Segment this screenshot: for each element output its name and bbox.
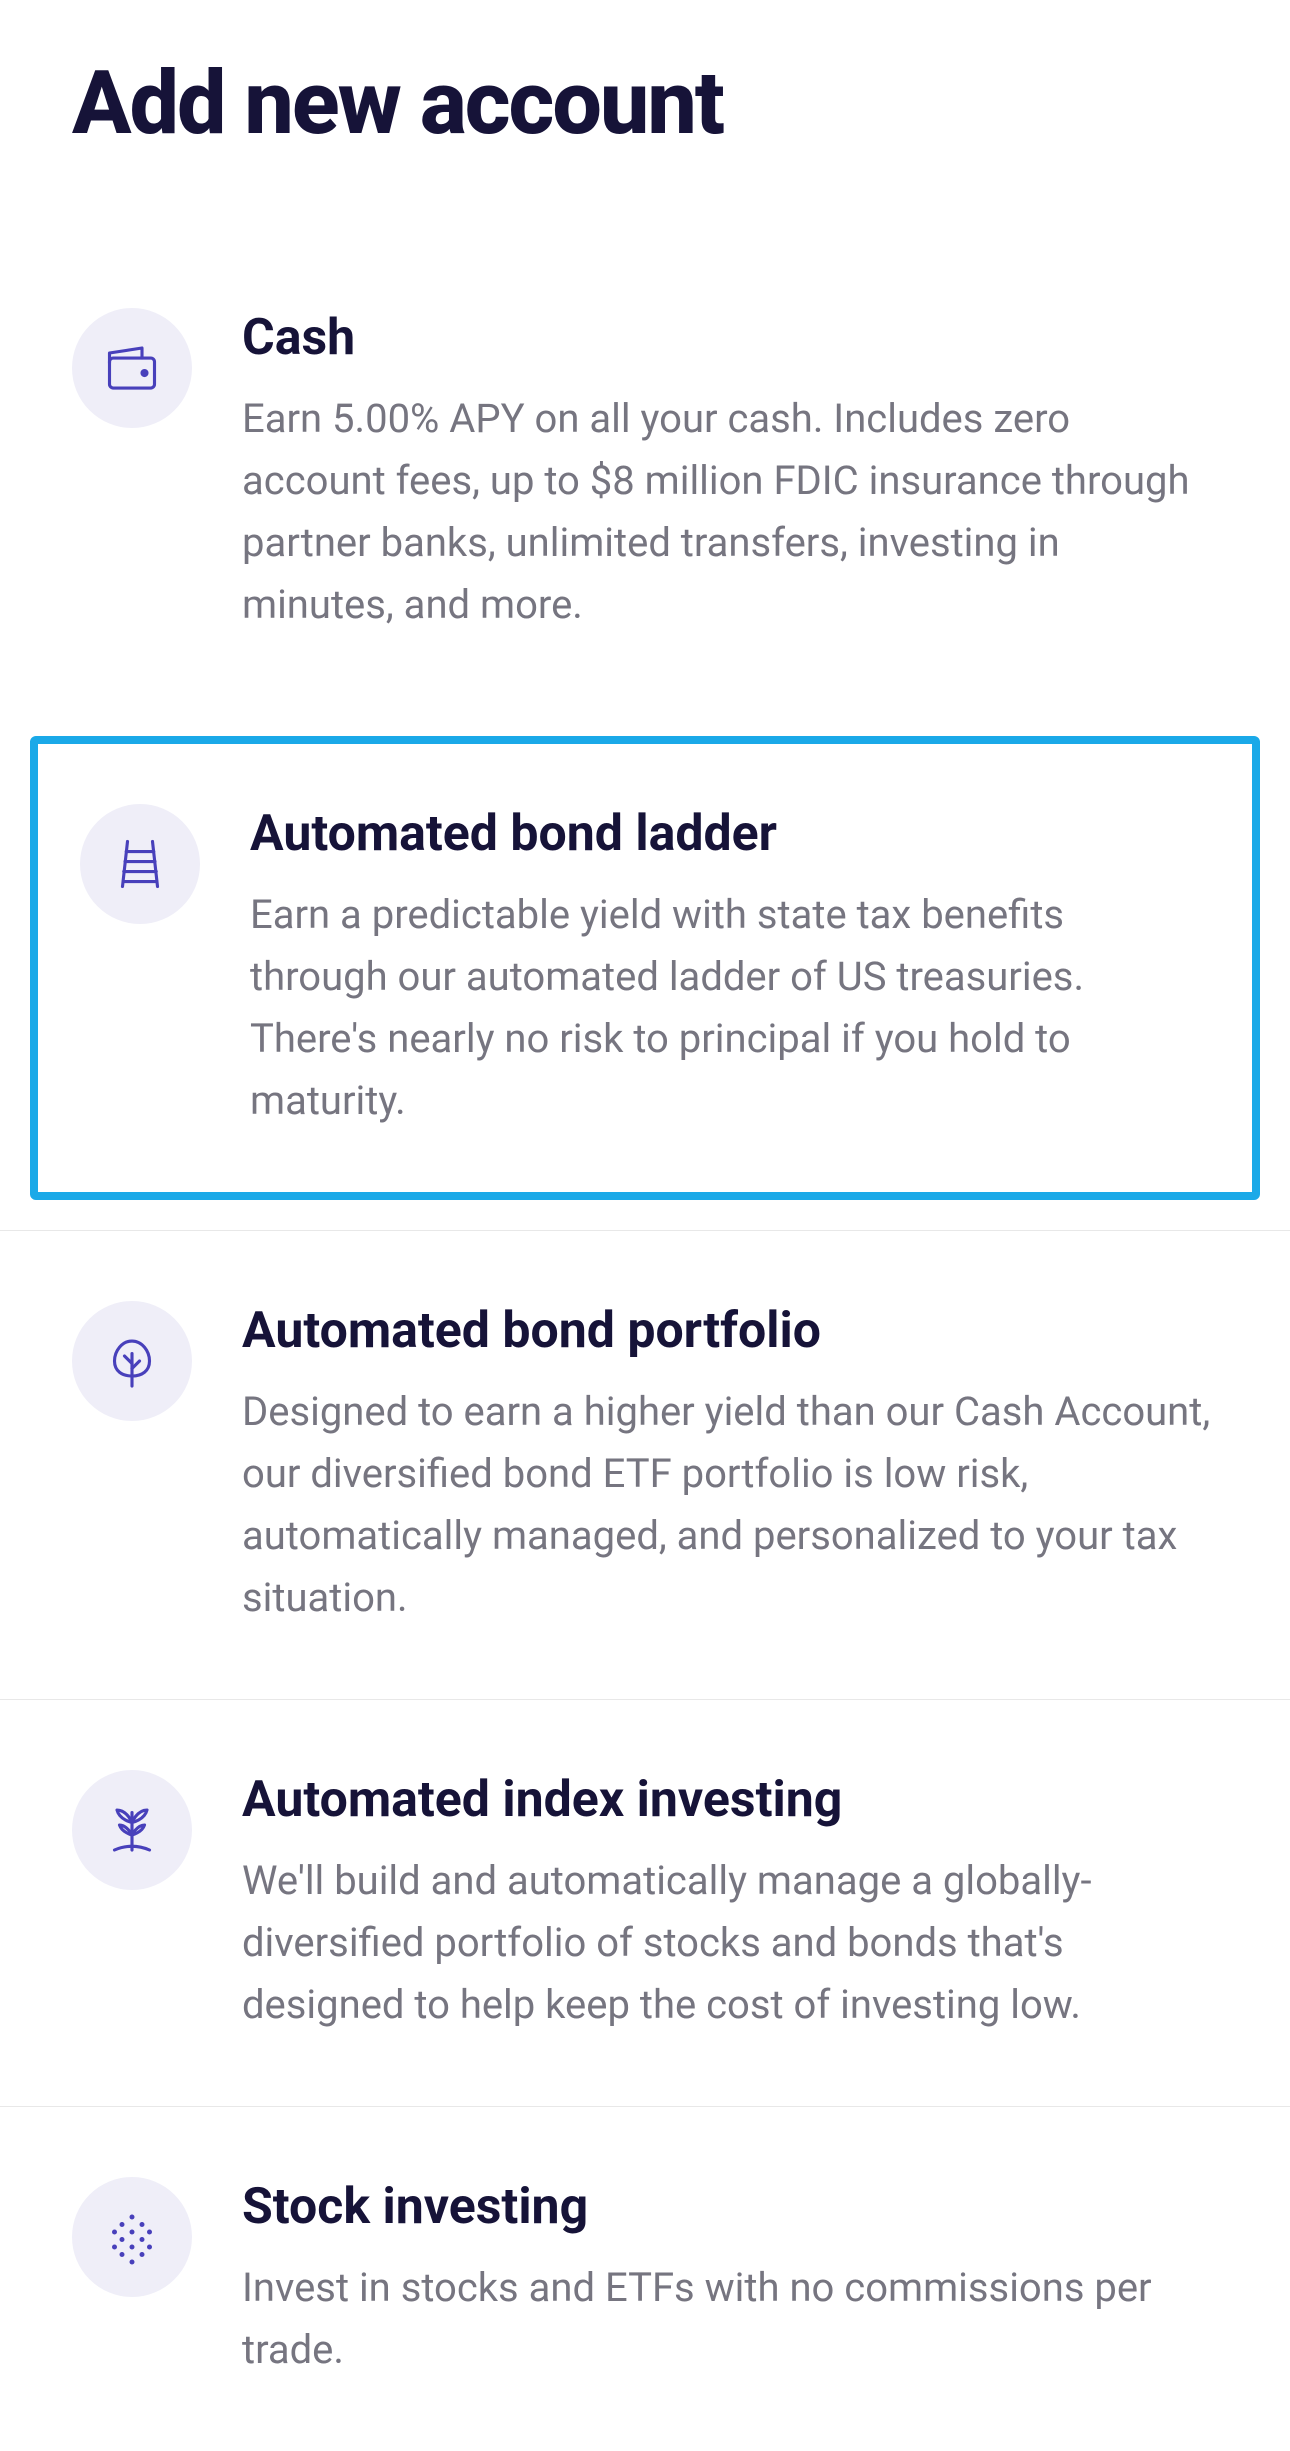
option-description: We'll build and automatically manage a g… (242, 1850, 1218, 2036)
option-title: Automated bond portfolio (242, 1301, 1218, 1361)
dots-icon (72, 2177, 192, 2297)
account-option-bond-portfolio[interactable]: Automated bond portfolio Designed to ear… (0, 1230, 1290, 1699)
ladder-icon (80, 804, 200, 924)
option-description: Designed to earn a higher yield than our… (242, 1381, 1218, 1629)
option-description: Earn a predictable yield with state tax … (250, 884, 1210, 1132)
account-option-cash[interactable]: Cash Earn 5.00% APY on all your cash. In… (0, 238, 1290, 706)
option-content: Automated bond portfolio Designed to ear… (242, 1301, 1218, 1629)
account-option-bond-ladder[interactable]: Automated bond ladder Earn a predictable… (30, 736, 1260, 1200)
account-option-index-investing[interactable]: Automated index investing We'll build an… (0, 1699, 1290, 2106)
option-title: Stock investing (242, 2177, 1218, 2237)
option-content: Stock investing Invest in stocks and ETF… (242, 2177, 1218, 2381)
option-content: Automated bond ladder Earn a predictable… (250, 804, 1210, 1132)
option-description: Invest in stocks and ETFs with no commis… (242, 2257, 1218, 2381)
tree-icon (72, 1301, 192, 1421)
option-description: Earn 5.00% APY on all your cash. Include… (242, 388, 1218, 636)
option-content: Cash Earn 5.00% APY on all your cash. In… (242, 308, 1218, 636)
account-options-list: Cash Earn 5.00% APY on all your cash. In… (0, 238, 1290, 2451)
option-title: Automated index investing (242, 1770, 1218, 1830)
option-title: Cash (242, 308, 1218, 368)
option-content: Automated index investing We'll build an… (242, 1770, 1218, 2036)
wallet-icon (72, 308, 192, 428)
account-option-stock-investing[interactable]: Stock investing Invest in stocks and ETF… (0, 2106, 1290, 2451)
page-title: Add new account (0, 0, 1290, 178)
plant-icon (72, 1770, 192, 1890)
option-title: Automated bond ladder (250, 804, 1210, 864)
